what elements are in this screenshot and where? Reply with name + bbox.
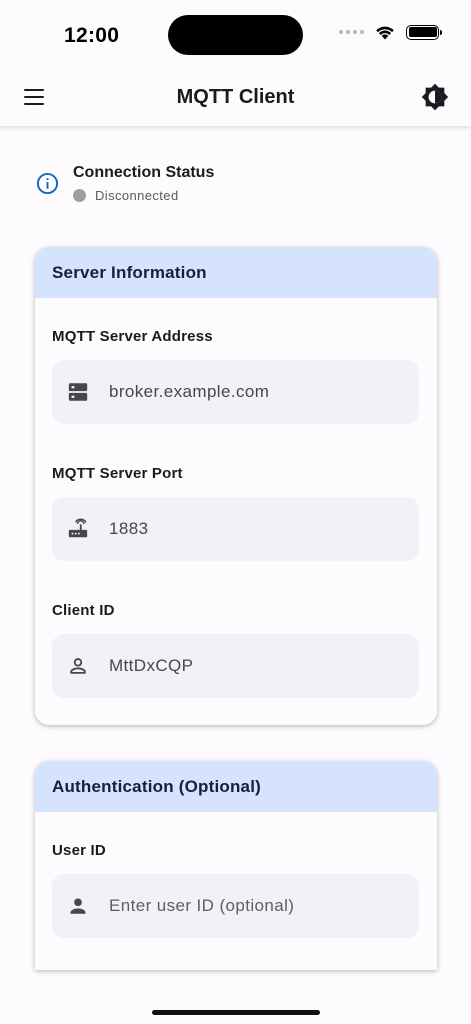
server-address-field[interactable] [52, 360, 419, 424]
server-port-label: MQTT Server Port [52, 465, 183, 482]
server-icon [68, 383, 88, 401]
battery-icon [406, 24, 442, 40]
server-address-input[interactable] [109, 382, 409, 402]
info-icon [36, 172, 59, 195]
connection-status-title: Connection Status [73, 164, 215, 181]
app-bar: MQTT Client [0, 68, 471, 126]
status-bar: 12:00 [0, 0, 471, 68]
connection-status: Connection Status Disconnected [36, 158, 436, 214]
dynamic-island [168, 15, 303, 55]
status-indicator-dot [73, 189, 86, 202]
authentication-header: Authentication (Optional) [35, 761, 437, 812]
cellular-signal-icon [339, 30, 364, 34]
authentication-card: Authentication (Optional) User ID [35, 761, 437, 970]
router-icon [68, 518, 88, 538]
client-id-input[interactable] [109, 656, 409, 676]
user-id-field[interactable] [52, 874, 419, 938]
brightness-icon[interactable] [421, 83, 449, 111]
client-id-field[interactable] [52, 634, 419, 698]
user-id-input[interactable] [109, 896, 409, 916]
status-icons [339, 24, 442, 40]
person-outline-icon [70, 658, 86, 674]
connection-status-text: Disconnected [95, 188, 179, 203]
server-information-header: Server Information [35, 247, 437, 298]
server-information-card: Server Information MQTT Server Address M… [35, 247, 437, 725]
server-port-field[interactable] [52, 497, 419, 561]
server-port-input[interactable] [109, 519, 409, 539]
wifi-icon [376, 26, 394, 40]
user-id-label: User ID [52, 842, 106, 859]
client-id-label: Client ID [52, 602, 115, 619]
clock: 12:00 [64, 24, 120, 47]
page-title: MQTT Client [176, 86, 295, 108]
server-address-label: MQTT Server Address [52, 328, 213, 345]
person-icon [70, 898, 86, 914]
home-indicator[interactable] [152, 1010, 320, 1015]
